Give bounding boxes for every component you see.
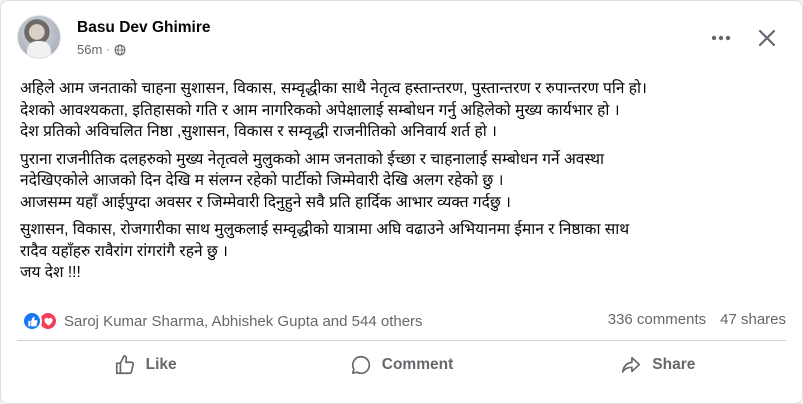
comment-button[interactable]: Comment <box>273 345 529 385</box>
reactions-summary[interactable]: Saroj Kumar Sharma, Abhishek Gupta and 5… <box>22 311 423 331</box>
post-line: रादैव यहाँहरु रावैरांग रांगरांगै रहने छु… <box>20 242 228 260</box>
post-paragraph: पुराना राजनीतिक दलहरुको मुख्य नेतृत्वले … <box>20 149 790 214</box>
post-paragraph: अहिले आम जनताको चाहना सुशासन, विकास, सम्… <box>20 78 790 143</box>
divider <box>17 340 786 341</box>
author-name[interactable]: Basu Dev Ghimire <box>77 19 211 37</box>
share-button[interactable]: Share <box>530 345 786 385</box>
engagement-counts: 336 comments 47 shares <box>608 311 786 328</box>
post-line: सुशासन, विकास, रोजगारीका साथ मुलुकलाई सम… <box>20 221 630 238</box>
post-text: अहिले आम जनताको चाहना सुशासन, विकास, सम्… <box>20 78 790 290</box>
comment-label: Comment <box>381 356 454 373</box>
share-icon <box>622 356 641 373</box>
shares-count[interactable]: 47 shares <box>720 311 786 328</box>
author-avatar[interactable] <box>17 15 61 59</box>
post-time[interactable]: 56m <box>77 42 102 57</box>
post-line: पुराना राजनीतिक दलहरुको मुख्य नेतृत्वले … <box>20 150 605 168</box>
post-card: Basu Dev Ghimire 56m · अहिले आम जनताको च… <box>0 0 803 404</box>
more-options-button[interactable] <box>706 23 736 53</box>
share-label: Share <box>652 356 696 373</box>
post-line: अहिले आम जनताको चाहना सुशासन, विकास, सम्… <box>20 80 647 97</box>
comment-icon <box>351 355 370 375</box>
post-paragraph: सुशासन, विकास, रोजगारीका साथ मुलुकलाई सम… <box>20 219 790 284</box>
globe-icon[interactable] <box>114 44 126 56</box>
post-stats: Saroj Kumar Sharma, Abhishek Gupta and 5… <box>22 311 786 335</box>
like-reaction-icon <box>22 311 42 331</box>
post-line: देशको आवश्यकता, इतिहासको गति र आम नागरिक… <box>20 101 620 119</box>
reacted-by-text[interactable]: Saroj Kumar Sharma, Abhishek Gupta and 5… <box>64 313 423 330</box>
post-meta: 56m · <box>77 42 126 57</box>
like-label: Like <box>145 356 177 373</box>
post-line: नदेखिएकोले आजको दिन देखि म संलग्न रहेको … <box>20 172 504 189</box>
post-line: देश प्रतिको अविचलित निष्ठा ,सुशासन, विका… <box>20 123 497 140</box>
meta-separator: · <box>106 43 110 56</box>
comments-count[interactable]: 336 comments <box>608 311 706 328</box>
close-icon <box>758 29 776 47</box>
more-dots-icon <box>711 35 731 41</box>
like-button[interactable]: Like <box>17 345 273 385</box>
thumbs-up-icon <box>115 355 134 375</box>
post-header: Basu Dev Ghimire 56m · <box>17 15 786 65</box>
post-line: आजसम्म यहाँ आईपुग्दा अवसर र जिम्मेवारी द… <box>20 193 511 211</box>
post-actions: Like Comment Share <box>17 345 786 385</box>
close-button[interactable] <box>752 23 782 53</box>
post-line: जय देश !!! <box>20 264 81 281</box>
